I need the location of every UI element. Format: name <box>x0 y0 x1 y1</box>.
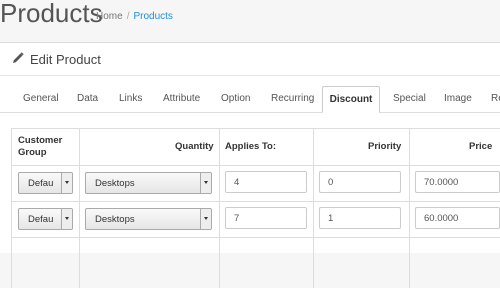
page-title: Products <box>0 0 103 28</box>
chevron-down-icon <box>204 181 208 184</box>
tab-discount[interactable]: Discount <box>322 86 380 113</box>
column-header-priority: Priority <box>368 141 402 152</box>
chevron-down-icon <box>204 217 208 220</box>
pencil-icon <box>13 52 24 63</box>
quantity-input[interactable]: 4 <box>225 171 307 193</box>
breadcrumb-separator: / <box>126 11 130 22</box>
product-select[interactable]: Desktops <box>85 208 212 230</box>
dropdown-toggle <box>61 209 72 229</box>
breadcrumb-products-link[interactable]: Products <box>133 11 172 22</box>
column-header-applies-to: Applies To: <box>225 141 277 152</box>
breadcrumb-home-link[interactable]: Home <box>96 11 123 22</box>
panel-heading: Edit Product <box>0 43 500 76</box>
column-header-quantity: Quantity <box>175 141 214 152</box>
tab-attribute[interactable]: Attribute <box>163 86 200 112</box>
chevron-down-icon <box>65 217 69 220</box>
tab-special[interactable]: Special <box>393 86 426 112</box>
price-input[interactable]: 70.0000 <box>415 171 500 193</box>
dropdown-toggle <box>61 173 72 193</box>
tab-image[interactable]: Image <box>444 86 472 112</box>
price-input[interactable]: 60.0000 <box>415 207 500 229</box>
product-select[interactable]: Desktops <box>85 172 212 194</box>
breadcrumb: Home / Products <box>96 11 173 22</box>
table-border <box>11 128 500 129</box>
table-border <box>219 128 220 288</box>
customer-group-value: Defau <box>28 214 54 225</box>
chevron-down-icon <box>65 181 69 184</box>
edit-product-panel: Edit Product General Data Links Attribut… <box>0 42 500 288</box>
customer-group-select[interactable]: Defau <box>18 172 73 194</box>
tab-data[interactable]: Data <box>77 86 98 112</box>
table-border <box>79 128 80 288</box>
priority-input[interactable]: 1 <box>319 207 401 229</box>
table-border <box>11 237 500 238</box>
product-value: Desktops <box>95 178 135 189</box>
column-header-customer-group: Customer Group <box>18 135 63 158</box>
tab-links[interactable]: Links <box>119 86 142 112</box>
column-header-price: Price <box>469 141 493 152</box>
dropdown-toggle <box>200 209 211 229</box>
customer-group-select[interactable]: Defau <box>18 208 73 230</box>
product-tabs: General Data Links Attribute Option Recu… <box>0 86 500 113</box>
customer-group-value: Defau <box>28 178 54 189</box>
priority-input[interactable]: 0 <box>319 171 401 193</box>
tab-general[interactable]: General <box>23 86 59 112</box>
table-border <box>11 201 500 202</box>
panel-title: Edit Product <box>30 52 101 67</box>
quantity-input[interactable]: 7 <box>225 207 307 229</box>
tab-reward[interactable]: Re <box>491 86 500 112</box>
table-border <box>409 128 410 288</box>
product-value: Desktops <box>95 214 135 225</box>
table-border <box>11 128 12 288</box>
tab-recurring[interactable]: Recurring <box>271 86 314 112</box>
dropdown-toggle <box>200 173 211 193</box>
table-border <box>313 128 314 288</box>
table-border <box>11 165 500 166</box>
tab-option[interactable]: Option <box>221 86 250 112</box>
